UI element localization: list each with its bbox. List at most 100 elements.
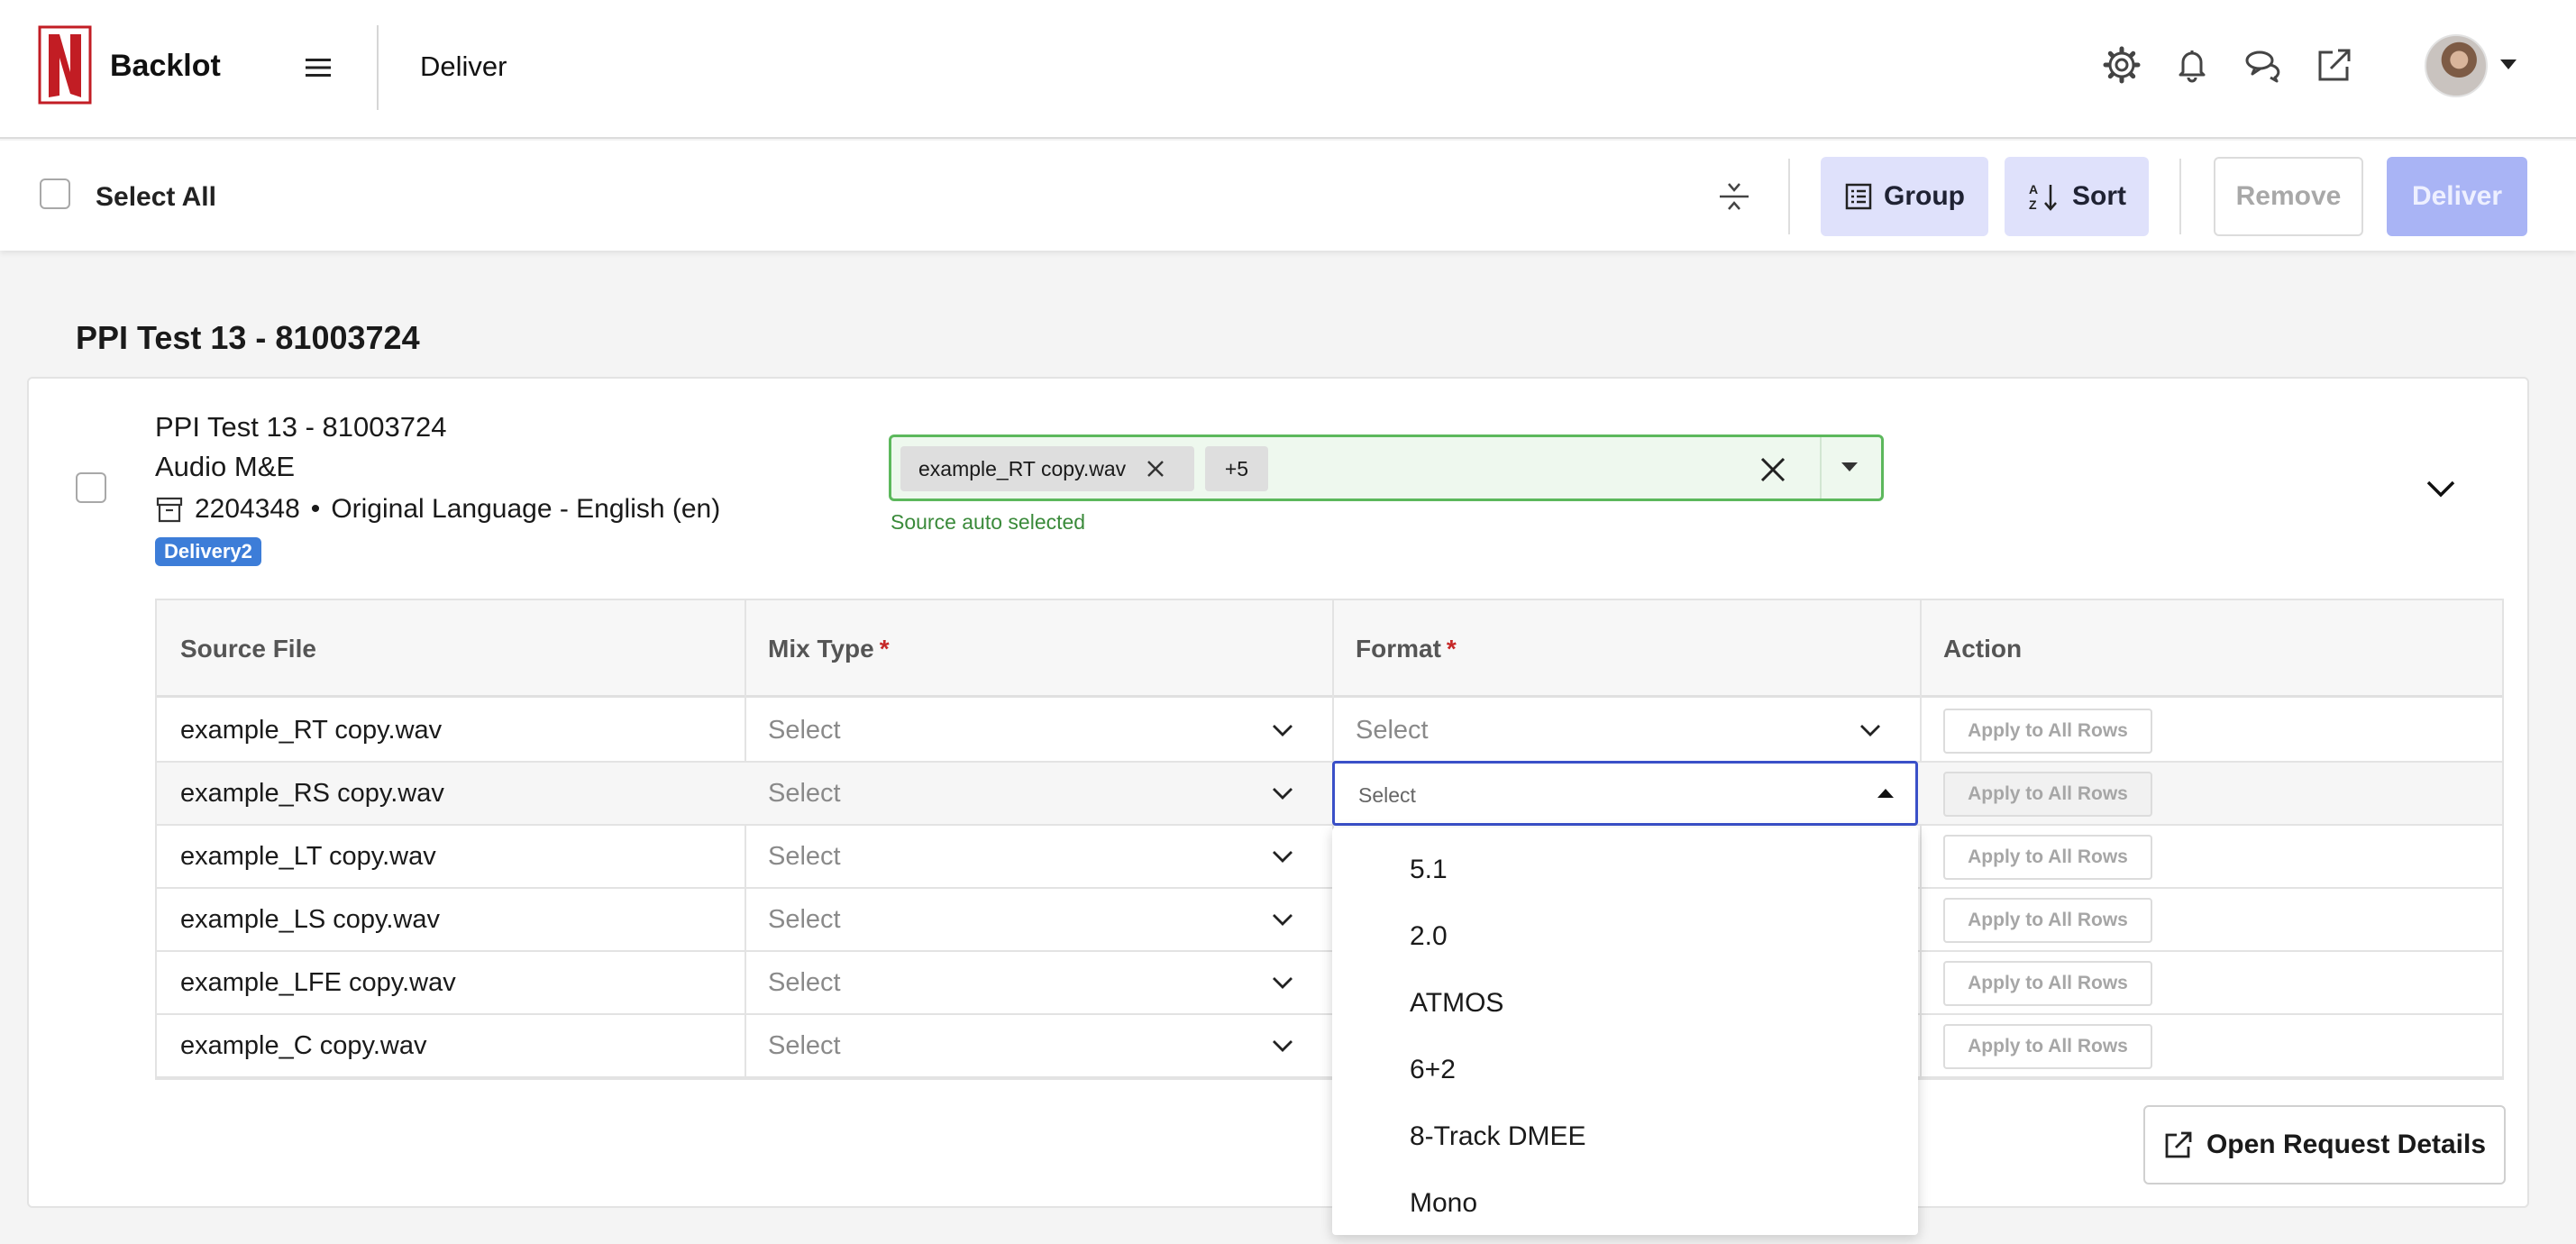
header-source-file: Source File	[180, 635, 316, 663]
source-helper-text: Source auto selected	[891, 510, 1086, 534]
external-link-icon	[2165, 1131, 2192, 1158]
mix-type-select[interactable]: Select	[768, 763, 1309, 824]
section-title: PPI Test 13 - 81003724	[76, 319, 420, 356]
page-title: Deliver	[420, 50, 507, 82]
request-id: 2204348	[195, 494, 300, 524]
source-file-name: example_LT copy.wav	[180, 841, 436, 871]
mix-type-select[interactable]: Select	[768, 1015, 1309, 1076]
mix-type-select[interactable]: Select	[768, 826, 1309, 887]
source-chip-label: example_RT copy.wav	[918, 456, 1127, 480]
request-title: PPI Test 13 - 81003724	[155, 411, 447, 443]
app-header: Backlot Deliver	[0, 0, 2576, 139]
sort-button[interactable]: A Z Sort	[2005, 157, 2149, 236]
request-language: Original Language - English (en)	[331, 494, 721, 524]
table-row: example_C copy.wav Select Apply to All R…	[157, 1015, 2502, 1078]
mix-type-select[interactable]: Select	[768, 889, 1309, 950]
user-avatar[interactable]	[2425, 34, 2488, 97]
meta-bullet: •	[310, 494, 321, 524]
apply-to-all-rows-button[interactable]: Apply to All Rows	[1943, 772, 2152, 817]
apply-to-all-rows-button[interactable]: Apply to All Rows	[1943, 1024, 2152, 1069]
list-icon	[1845, 183, 1872, 210]
mix-type-select[interactable]: Select	[768, 700, 1309, 761]
table-row: example_RS copy.wav Select Apply to All …	[157, 763, 2502, 826]
bulk-action-toolbar: Select All Group A Z Sort Remove Deliver	[0, 141, 2576, 251]
format-select-value: Select	[1358, 783, 1416, 807]
chevron-down-icon[interactable]	[1271, 1037, 1294, 1055]
brand-name: Backlot	[110, 49, 221, 83]
format-option[interactable]: 6+2	[1332, 1037, 1918, 1103]
bell-icon[interactable]	[2172, 45, 2212, 85]
source-file-name: example_RS copy.wav	[180, 778, 444, 808]
table-row: example_LT copy.wav Select Apply to All …	[157, 826, 2502, 889]
chevron-down-icon[interactable]	[1271, 721, 1294, 739]
gear-icon[interactable]	[2102, 45, 2142, 85]
table-header: Source File Mix Type * Format * Action	[157, 600, 2502, 698]
format-option[interactable]: ATMOS	[1332, 970, 1918, 1037]
toolbar-divider	[1788, 159, 1790, 234]
chevron-down-icon[interactable]	[1271, 974, 1294, 992]
svg-text:Z: Z	[2029, 197, 2037, 212]
clear-selection-icon[interactable]	[1758, 455, 1787, 484]
delivery-badge: Delivery2	[155, 537, 261, 566]
apply-to-all-rows-button[interactable]: Apply to All Rows	[1943, 898, 2152, 943]
remove-button[interactable]: Remove	[2214, 157, 2363, 236]
chevron-down-icon[interactable]	[1271, 910, 1294, 928]
format-option[interactable]: 8-Track DMEE	[1332, 1103, 1918, 1170]
netflix-logo[interactable]	[38, 25, 92, 105]
request-subtitle: Audio M&E	[155, 451, 296, 482]
caret-down-icon[interactable]	[1841, 462, 1858, 471]
format-select-open[interactable]: Select	[1332, 761, 1918, 826]
remove-chip-icon[interactable]	[1146, 459, 1165, 479]
more-sources-chip[interactable]: +5	[1205, 446, 1268, 491]
header-mix-type: Mix Type *	[768, 635, 890, 663]
group-button[interactable]: Group	[1821, 157, 1988, 236]
source-chip[interactable]: example_RT copy.wav	[900, 446, 1194, 491]
table-row: example_LS copy.wav Select Apply to All …	[157, 889, 2502, 952]
table-row: example_LFE copy.wav Select Apply to All…	[157, 952, 2502, 1015]
chat-icon[interactable]	[2243, 45, 2282, 85]
open-request-details-button[interactable]: Open Request Details	[2143, 1105, 2506, 1185]
format-select[interactable]: Select	[1356, 700, 1896, 761]
archive-box-icon	[156, 497, 183, 523]
source-file-name: example_LS copy.wav	[180, 904, 441, 934]
external-link-icon[interactable]	[2315, 45, 2354, 85]
request-meta: 2204348 • Original Language - English (e…	[155, 494, 720, 525]
open-request-details-label: Open Request Details	[2206, 1130, 2487, 1159]
chevron-down-icon[interactable]	[1859, 721, 1882, 739]
source-file-name: example_LFE copy.wav	[180, 967, 456, 997]
format-option[interactable]: Mono	[1332, 1170, 1918, 1237]
source-file-name: example_C copy.wav	[180, 1030, 427, 1060]
picker-divider	[1820, 437, 1822, 499]
group-button-label: Group	[1884, 181, 1965, 211]
table-row: example_RT copy.wav Select Select Apply …	[157, 700, 2502, 763]
apply-to-all-rows-button[interactable]: Apply to All Rows	[1943, 709, 2152, 754]
source-file-name: example_RT copy.wav	[180, 715, 443, 745]
chevron-down-icon[interactable]	[1271, 784, 1294, 802]
format-dropdown-menu: 5.1 2.0 ATMOS 6+2 8-Track DMEE Mono	[1332, 828, 1918, 1235]
select-all-checkbox[interactable]	[40, 178, 70, 209]
caret-down-icon[interactable]	[2500, 59, 2517, 69]
toolbar-divider	[2179, 159, 2181, 234]
request-checkbox[interactable]	[76, 472, 106, 503]
deliver-button[interactable]: Deliver	[2387, 157, 2527, 236]
chevron-down-icon[interactable]	[1271, 847, 1294, 865]
hamburger-menu-icon[interactable]	[303, 52, 333, 83]
chevron-down-icon[interactable]	[2421, 469, 2461, 508]
svg-text:A: A	[2029, 182, 2038, 197]
header-format: Format *	[1356, 635, 1457, 663]
remove-button-label: Remove	[2235, 181, 2342, 211]
sort-button-label: Sort	[2072, 181, 2126, 211]
source-file-picker[interactable]: example_RT copy.wav +5	[889, 434, 1884, 501]
apply-to-all-rows-button[interactable]: Apply to All Rows	[1943, 961, 2152, 1006]
sort-az-icon: A Z	[2029, 182, 2057, 212]
caret-up-icon[interactable]	[1877, 789, 1894, 798]
collapse-all-icon[interactable]	[1716, 178, 1752, 215]
source-files-table: Source File Mix Type * Format * Action exa…	[155, 599, 2504, 1080]
deliver-button-label: Deliver	[2411, 181, 2503, 211]
mix-type-select[interactable]: Select	[768, 952, 1309, 1013]
apply-to-all-rows-button[interactable]: Apply to All Rows	[1943, 835, 2152, 880]
header-action: Action	[1943, 635, 2023, 663]
format-option[interactable]: 2.0	[1332, 903, 1918, 970]
format-option[interactable]: 5.1	[1332, 837, 1918, 903]
header-divider	[377, 25, 379, 110]
